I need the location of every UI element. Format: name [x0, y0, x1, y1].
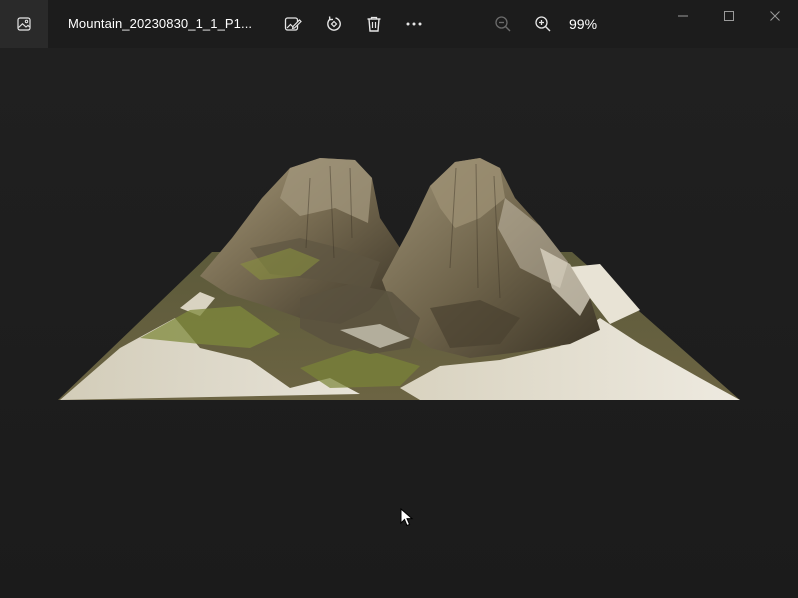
- file-name-title: Mountain_20230830_1_1_P1...: [68, 16, 253, 31]
- mouse-cursor: [400, 508, 414, 527]
- more-icon: [405, 15, 423, 33]
- edit-image-button[interactable]: [277, 8, 309, 40]
- maximize-button[interactable]: [706, 0, 752, 32]
- zoom-out-icon: [494, 15, 512, 33]
- rotate-button[interactable]: [318, 8, 350, 40]
- zoom-in-icon: [534, 15, 552, 33]
- rotate-icon: [325, 15, 343, 33]
- mountain-image: [0, 48, 798, 598]
- image-viewer-canvas[interactable]: [0, 48, 798, 598]
- minimize-icon: [677, 10, 689, 22]
- edit-image-icon: [284, 15, 302, 33]
- photos-app-window: Mountain_20230830_1_1_P1... 99%: [0, 0, 798, 598]
- delete-button[interactable]: [358, 8, 390, 40]
- trash-icon: [365, 15, 383, 33]
- zoom-in-button[interactable]: [527, 8, 559, 40]
- close-icon: [769, 10, 781, 22]
- zoom-level[interactable]: 99%: [569, 16, 597, 32]
- more-options-button[interactable]: [398, 8, 430, 40]
- title-bar: Mountain_20230830_1_1_P1... 99%: [0, 0, 798, 48]
- gallery-button[interactable]: [0, 0, 48, 48]
- minimize-button[interactable]: [660, 0, 706, 32]
- close-button[interactable]: [752, 0, 798, 32]
- maximize-icon: [723, 10, 735, 22]
- gallery-icon: [16, 16, 32, 32]
- zoom-out-button[interactable]: [487, 8, 519, 40]
